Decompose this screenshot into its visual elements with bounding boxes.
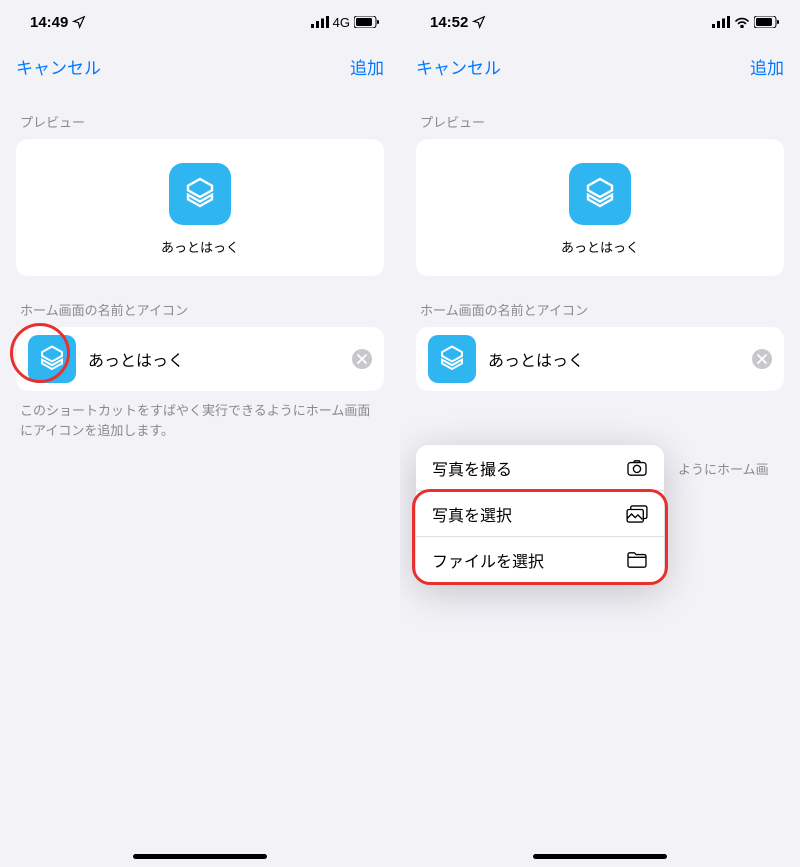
preview-name: あっとはっく (561, 237, 639, 256)
input-shortcut-icon[interactable] (428, 335, 476, 383)
wifi-icon (734, 16, 750, 28)
status-bar: 14:52 (400, 0, 800, 44)
name-input[interactable] (76, 350, 352, 368)
icon-section-label: ホーム画面の名前とアイコン (400, 276, 800, 327)
preview-section-label: プレビュー (400, 88, 800, 139)
home-indicator[interactable] (133, 854, 267, 859)
icon-source-menu: 写真を撮る 写真を選択 ファイルを選択 (416, 445, 664, 583)
battery-icon (754, 16, 780, 28)
folder-icon (626, 551, 648, 569)
name-input-row (16, 327, 384, 391)
preview-card: あっとはっく (416, 139, 784, 276)
status-bar: 14:49 4G (0, 0, 400, 44)
name-input-row (416, 327, 784, 391)
battery-icon (354, 16, 380, 28)
hint-text-partial: ようにホーム画 (678, 460, 769, 480)
clear-button[interactable] (352, 349, 372, 369)
nav-bar: キャンセル 追加 (0, 44, 400, 88)
menu-choose-file[interactable]: ファイルを選択 (416, 537, 664, 583)
preview-name: あっとはっく (161, 237, 239, 256)
menu-choose-photo[interactable]: 写真を選択 (416, 491, 664, 537)
photo-library-icon (626, 505, 648, 523)
location-icon (472, 15, 486, 29)
shortcut-icon (569, 163, 631, 225)
cancel-button[interactable]: キャンセル (416, 54, 501, 79)
location-icon (72, 15, 86, 29)
icon-section-label: ホーム画面の名前とアイコン (0, 276, 400, 327)
shortcut-icon (169, 163, 231, 225)
menu-label: 写真を選択 (432, 502, 512, 526)
preview-section-label: プレビュー (0, 88, 400, 139)
menu-label: 写真を撮る (432, 456, 512, 480)
nav-bar: キャンセル 追加 (400, 44, 800, 88)
camera-icon (626, 459, 648, 477)
phone-right: 14:52 キャンセル 追加 プレビュー あっとはっく ホーム画面の名前とアイコ… (400, 0, 800, 867)
close-icon (357, 354, 367, 364)
hint-text: このショートカットをすばやく実行できるようにホーム画面にアイコンを追加します。 (0, 391, 400, 440)
status-time: 14:52 (430, 14, 468, 31)
signal-icon (712, 16, 730, 28)
status-time: 14:49 (30, 14, 68, 31)
home-indicator[interactable] (533, 854, 667, 859)
add-button[interactable]: 追加 (350, 54, 384, 79)
add-button[interactable]: 追加 (750, 54, 784, 79)
clear-button[interactable] (752, 349, 772, 369)
name-input[interactable] (476, 350, 752, 368)
network-label: 4G (333, 15, 350, 30)
menu-label: ファイルを選択 (432, 548, 544, 572)
signal-icon (311, 16, 329, 28)
phone-left: 14:49 4G キャンセル 追加 プレビュー あっとはっく ホーム画面の名前と… (0, 0, 400, 867)
cancel-button[interactable]: キャンセル (16, 54, 101, 79)
close-icon (757, 354, 767, 364)
input-shortcut-icon[interactable] (28, 335, 76, 383)
menu-take-photo[interactable]: 写真を撮る (416, 445, 664, 491)
preview-card: あっとはっく (16, 139, 384, 276)
